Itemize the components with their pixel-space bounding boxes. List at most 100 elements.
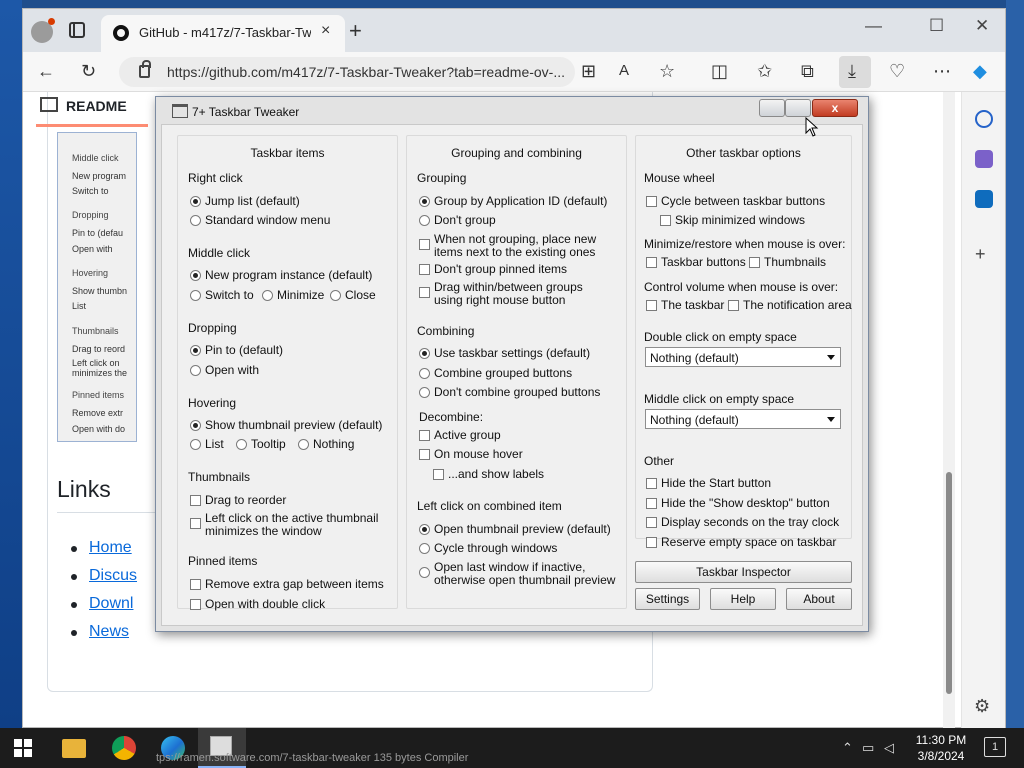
- link-discussions[interactable]: Discus: [70, 567, 137, 585]
- checkbox-icon: [419, 430, 430, 441]
- radio-icon: [190, 290, 201, 301]
- checkbox-icon: [646, 257, 657, 268]
- sidebar-settings-gear-icon[interactable]: ⚙: [974, 696, 990, 716]
- clock-time: 11:30 PM: [915, 733, 967, 747]
- double-click-select[interactable]: Nothing (default): [645, 347, 841, 367]
- window-maximize-button[interactable]: ☐: [929, 16, 944, 36]
- taskbar-tweaker-dialog: 7+ Taskbar Tweaker x Taskbar items Right…: [155, 96, 869, 632]
- shot-label: New program: [72, 171, 127, 181]
- checkbox-icon: [646, 196, 657, 207]
- help-button[interactable]: Help: [710, 588, 776, 610]
- radio-icon: [190, 270, 201, 281]
- checkbox-icon: [646, 300, 657, 311]
- section-label: Hovering: [188, 396, 237, 410]
- start-button[interactable]: [14, 739, 32, 757]
- readme-tab-underline: [36, 124, 148, 127]
- radio-icon: [419, 524, 430, 535]
- notification-center-button[interactable]: 1: [984, 737, 1006, 757]
- shot-label: Left click on: [72, 358, 120, 368]
- show-hidden-icons-chevron-icon[interactable]: ⌃: [842, 740, 853, 756]
- desktop-left-strip: [0, 0, 22, 728]
- section-label: Decombine:: [419, 410, 484, 424]
- radio-icon: [190, 196, 201, 207]
- read-aloud-icon[interactable]: A: [619, 61, 629, 81]
- github-icon: [113, 25, 129, 41]
- checkbox-icon: [646, 498, 657, 509]
- outlook-icon[interactable]: [975, 190, 993, 208]
- section-label: Mouse wheel: [644, 171, 715, 185]
- shot-label: Thumbnails: [72, 326, 119, 336]
- shot-label: Open with do: [72, 424, 126, 434]
- section-label: Other: [644, 454, 675, 468]
- chrome-icon[interactable]: [112, 736, 136, 760]
- readme-tab[interactable]: README: [40, 97, 127, 114]
- favorite-star-icon[interactable]: ☆: [659, 61, 675, 81]
- checkbox-icon: [419, 239, 430, 250]
- about-button[interactable]: About: [786, 588, 852, 610]
- middle-click-select[interactable]: Nothing (default): [645, 409, 841, 429]
- address-bar[interactable]: https://github.com/m417z/7-Taskbar-Tweak…: [119, 57, 575, 87]
- dialog-maximize-button[interactable]: [785, 99, 811, 117]
- downloads-button[interactable]: ⤓: [839, 56, 871, 88]
- more-menu-icon[interactable]: ⋯: [933, 61, 951, 81]
- section-label: Pinned items: [188, 554, 258, 568]
- profile-avatar-icon[interactable]: [31, 18, 55, 43]
- shot-label: Drag to reord: [72, 344, 126, 354]
- taskbar-inspector-button[interactable]: Taskbar Inspector: [635, 561, 852, 583]
- dialog-minimize-button[interactable]: [759, 99, 785, 117]
- refresh-icon[interactable]: ↻: [81, 61, 96, 81]
- add-sidebar-app-icon[interactable]: +: [975, 244, 986, 264]
- section-label: Right click: [188, 171, 243, 185]
- checkbox-icon: [190, 599, 201, 610]
- checkbox-icon: [646, 478, 657, 489]
- volume-muted-icon[interactable]: ◁: [884, 740, 894, 756]
- link-downloads[interactable]: Downl: [70, 595, 133, 613]
- window-close-button[interactable]: ✕: [975, 16, 989, 36]
- windows-logo-icon: [24, 739, 32, 747]
- tab-strip: GitHub - m417z/7-Taskbar-Tweaker × + — ☐…: [23, 9, 1005, 52]
- collections-icon[interactable]: ⧉: [801, 61, 814, 81]
- section-label: Dropping: [188, 321, 237, 335]
- new-tab-button[interactable]: +: [349, 18, 362, 44]
- clock-date: 3/8/2024: [917, 749, 965, 763]
- link-home[interactable]: Home: [71, 539, 132, 557]
- group-header: Other taskbar options: [686, 146, 801, 160]
- grouping-combining-group: Grouping and combining Grouping Group by…: [406, 135, 627, 609]
- back-arrow-icon[interactable]: ←: [37, 61, 55, 81]
- shot-label: Remove extr: [72, 408, 124, 418]
- settings-button[interactable]: Settings: [635, 588, 700, 610]
- checkbox-icon: [190, 518, 201, 529]
- dialog-body: Taskbar items Right click Jump list (def…: [161, 124, 863, 626]
- network-icon[interactable]: ▭: [862, 740, 874, 756]
- checkbox-icon: [190, 495, 201, 506]
- copilot-icon[interactable]: ◆: [973, 61, 987, 81]
- browser-essentials-icon[interactable]: ♡: [889, 61, 905, 81]
- shot-label: Pin to (defau: [72, 228, 124, 238]
- app-available-icon[interactable]: ⊞: [581, 61, 596, 81]
- favorites-icon[interactable]: ✩: [757, 61, 772, 81]
- tab-close-icon[interactable]: ×: [321, 22, 330, 40]
- radio-icon: [419, 196, 430, 207]
- window-minimize-button[interactable]: —: [865, 16, 882, 36]
- tray-clock[interactable]: 11:30 PM 3/8/2024: [906, 732, 976, 764]
- split-screen-icon[interactable]: ◫: [711, 61, 728, 81]
- select-value: Nothing (default): [650, 413, 739, 427]
- tab-actions-icon[interactable]: [69, 22, 85, 38]
- office-icon[interactable]: [975, 150, 993, 168]
- shot-label: List: [72, 301, 87, 311]
- page-scrollbar[interactable]: [943, 92, 955, 728]
- radio-icon: [330, 290, 341, 301]
- search-icon[interactable]: [975, 110, 993, 128]
- shot-label: Show thumbn: [72, 286, 128, 296]
- scrollbar-thumb[interactable]: [946, 472, 952, 694]
- windows-logo-icon: [14, 749, 22, 757]
- tab-github[interactable]: GitHub - m417z/7-Taskbar-Tweaker ×: [101, 15, 345, 52]
- file-explorer-icon[interactable]: [62, 739, 86, 758]
- dialog-close-button[interactable]: x: [812, 99, 858, 117]
- link-news[interactable]: News: [70, 623, 129, 641]
- windows-taskbar: ⌃ ▭ ◁ 11:30 PM 3/8/2024 1: [0, 728, 1024, 768]
- checkbox-icon: [419, 449, 430, 460]
- group-header: Grouping and combining: [451, 146, 582, 160]
- sidebar-rail: + ⚙: [961, 92, 1005, 728]
- checkbox-icon: [646, 517, 657, 528]
